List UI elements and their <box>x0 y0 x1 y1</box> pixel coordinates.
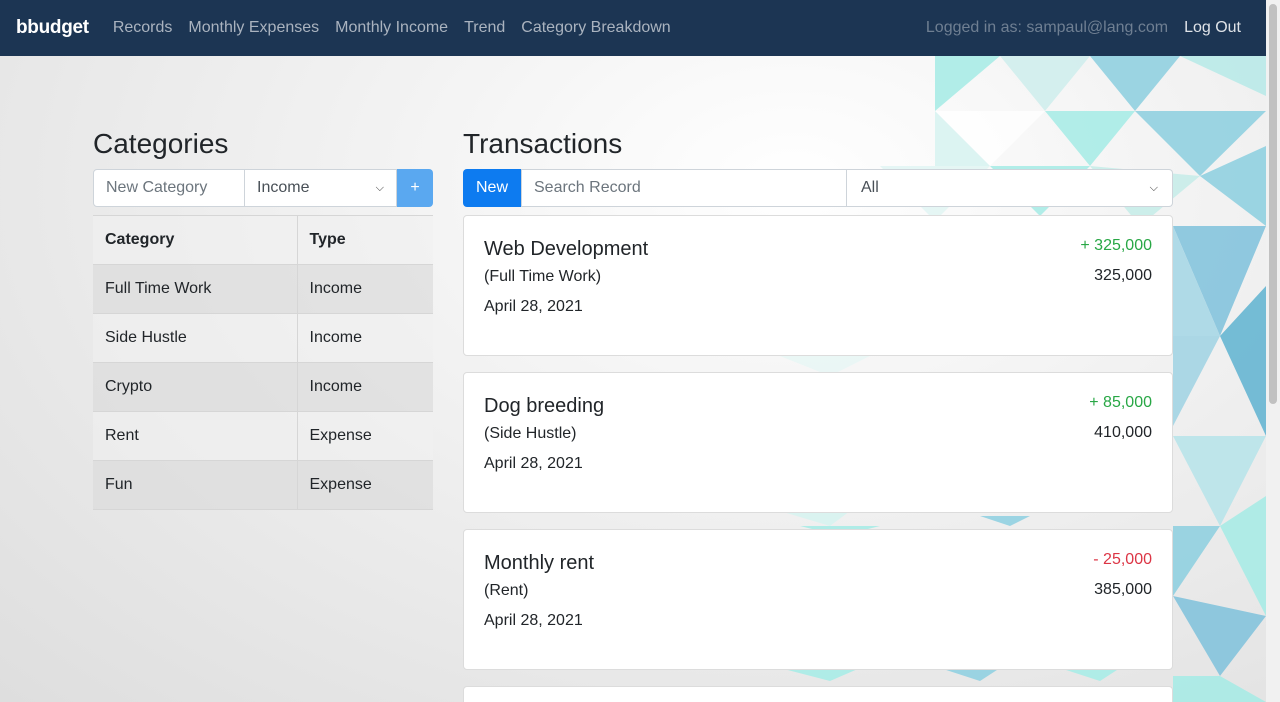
transaction-category: (Side Hustle) <box>484 425 577 442</box>
nav-right: Logged in as: sampaul@lang.com Log Out <box>926 19 1264 37</box>
page-scrollbar[interactable] <box>1266 0 1280 702</box>
new-transaction-button[interactable]: New <box>463 169 521 207</box>
transaction-card[interactable]: Monthly rent (Rent) April 28, 2021 - 25,… <box>463 529 1173 670</box>
search-record-input[interactable]: Search Record <box>521 169 847 207</box>
transaction-filter-select[interactable]: All ⌵ <box>847 169 1173 207</box>
new-category-form: New Category Income ⌵ + <box>93 169 433 207</box>
transaction-date: April 28, 2021 <box>484 298 583 315</box>
scrollbar-thumb[interactable] <box>1269 4 1277 404</box>
nav-link-records[interactable]: Records <box>113 19 173 37</box>
transaction-title: Dog breeding <box>484 395 605 417</box>
table-row[interactable]: Fun Expense <box>93 460 433 510</box>
add-category-button[interactable]: + <box>397 169 433 207</box>
category-name: Crypto <box>93 362 298 412</box>
table-row[interactable]: Crypto Income <box>93 362 433 412</box>
top-navbar: bbudget Records Monthly Expenses Monthly… <box>0 0 1280 56</box>
category-name: Fun <box>93 460 298 510</box>
transaction-amount: - 25,000 <box>1093 551 1152 568</box>
new-category-input[interactable]: New Category <box>93 169 245 207</box>
logout-link[interactable]: Log Out <box>1184 19 1241 37</box>
filter-value: All <box>861 179 879 196</box>
categories-table: Category Type Full Time Work Income Side… <box>93 215 433 510</box>
transaction-title: Monthly rent <box>484 552 595 574</box>
logged-in-text: Logged in as: sampaul@lang.com <box>925 19 1169 36</box>
nav-link-category-breakdown[interactable]: Category Breakdown <box>521 19 670 37</box>
category-type-select[interactable]: Income ⌵ <box>245 169 397 207</box>
nav-link-trend[interactable]: Trend <box>464 19 505 37</box>
categories-heading: Categories <box>93 128 229 159</box>
table-row[interactable]: Rent Expense <box>93 411 433 461</box>
transaction-category: (Full Time Work) <box>484 268 602 285</box>
category-name: Full Time Work <box>93 264 298 314</box>
table-row[interactable]: Side Hustle Income <box>93 313 433 363</box>
transaction-card[interactable]: Web Development (Full Time Work) April 2… <box>463 215 1173 356</box>
category-name: Rent <box>93 411 298 461</box>
transaction-amount: + 85,000 <box>1089 394 1152 411</box>
category-type: Income <box>297 264 433 314</box>
column-header-type: Type <box>297 215 433 265</box>
transaction-balance: 410,000 <box>1094 424 1152 441</box>
transaction-balance: 325,000 <box>1094 267 1152 284</box>
transaction-balance: 385,000 <box>1094 581 1152 598</box>
transaction-card-partial[interactable] <box>463 686 1173 702</box>
chevron-down-icon: ⌵ <box>375 181 384 194</box>
chevron-down-icon: ⌵ <box>1149 181 1158 194</box>
transactions-heading: Transactions <box>463 128 623 159</box>
transaction-date: April 28, 2021 <box>484 455 583 472</box>
category-type-value: Income <box>257 179 310 196</box>
category-type: Expense <box>297 411 433 461</box>
column-header-category: Category <box>93 215 298 265</box>
category-type: Income <box>297 313 433 363</box>
category-type: Expense <box>297 460 433 510</box>
category-name: Side Hustle <box>93 313 298 363</box>
transaction-card[interactable]: Dog breeding (Side Hustle) April 28, 202… <box>463 372 1173 513</box>
transaction-toolbar: New Search Record All ⌵ <box>463 169 1173 207</box>
category-type: Income <box>297 362 433 412</box>
nav-link-monthly-income[interactable]: Monthly Income <box>335 19 448 37</box>
table-header-row: Category Type <box>93 215 433 265</box>
brand-logo[interactable]: bbudget <box>16 17 89 39</box>
transaction-amount: + 325,000 <box>1080 237 1152 254</box>
transaction-date: April 28, 2021 <box>484 612 583 629</box>
nav-link-monthly-expenses[interactable]: Monthly Expenses <box>188 19 319 37</box>
table-row[interactable]: Full Time Work Income <box>93 264 433 314</box>
transaction-category: (Rent) <box>484 582 529 599</box>
transaction-title: Web Development <box>484 238 649 260</box>
